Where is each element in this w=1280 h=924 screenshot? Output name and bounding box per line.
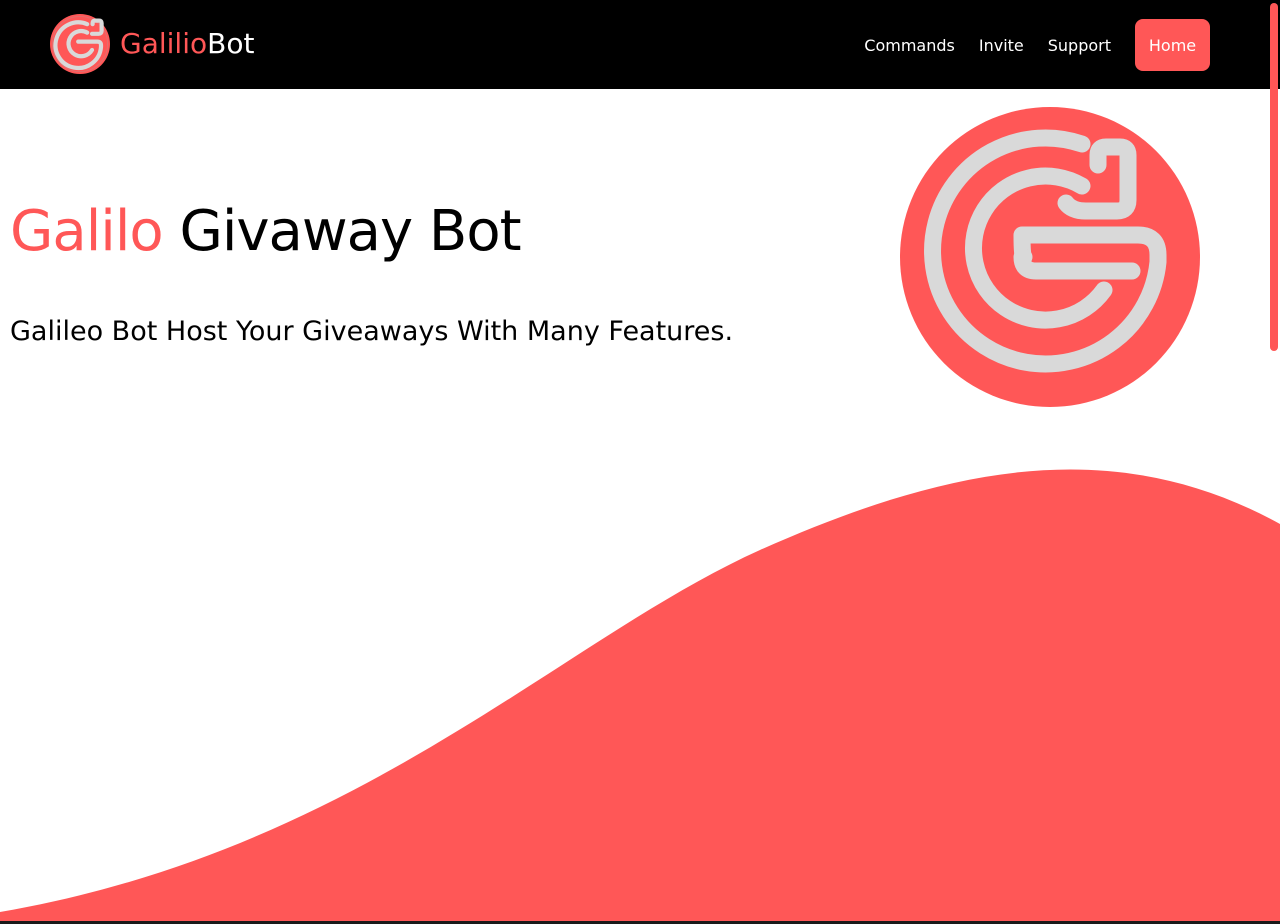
- hero-title-accent: Galilo: [10, 199, 164, 264]
- page: GalilioBot Commands Invite Support Home …: [0, 0, 1280, 924]
- brand-name: GalilioBot: [120, 14, 254, 74]
- brand-link[interactable]: GalilioBot: [50, 14, 254, 74]
- scrollbar-thumb[interactable]: [1270, 3, 1278, 351]
- brand-name-rest: Bot: [207, 27, 255, 60]
- decorative-wave: [0, 469, 1280, 924]
- home-button[interactable]: Home: [1135, 19, 1210, 71]
- nav-link-support[interactable]: Support: [1048, 36, 1111, 55]
- hero-title: Galilo Givaway Bot: [10, 196, 522, 268]
- nav-link-commands[interactable]: Commands: [864, 36, 955, 55]
- scrollbar[interactable]: [1268, 0, 1280, 924]
- hero-title-rest: Givaway Bot: [162, 199, 521, 264]
- brand-name-accent: Galilio: [120, 27, 208, 60]
- navbar: GalilioBot Commands Invite Support Home: [0, 0, 1280, 89]
- hero-subtitle: Galileo Bot Host Your Giveaways With Man…: [10, 316, 734, 347]
- nav-link-invite[interactable]: Invite: [979, 36, 1024, 55]
- hero-galileo-logo-icon: [900, 107, 1200, 407]
- nav-links: Commands Invite Support Home: [864, 19, 1210, 71]
- galileo-logo-icon: [50, 14, 110, 74]
